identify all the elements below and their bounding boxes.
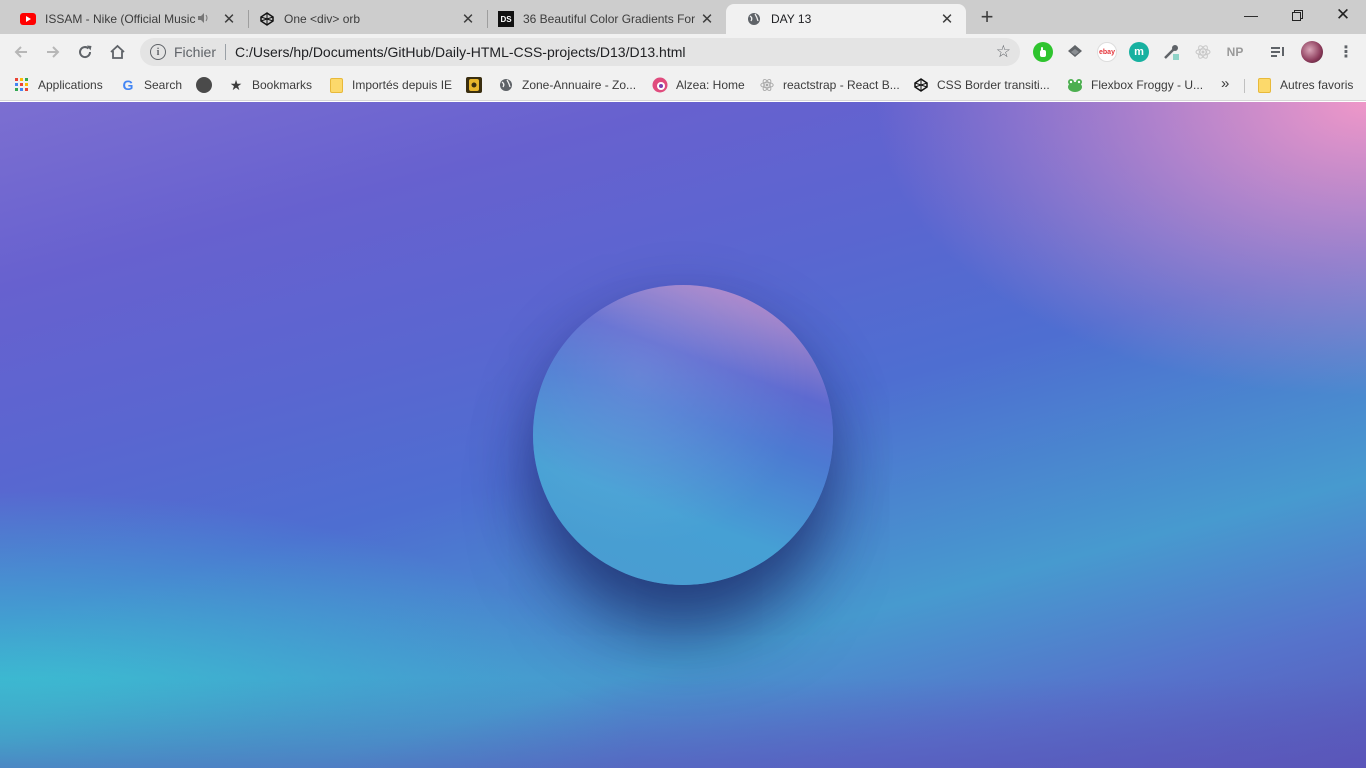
bookmarks-bar: Applications G Search ★ Bookmarks Import… <box>0 70 1366 101</box>
layers-icon[interactable] <box>1065 42 1085 62</box>
more-bookmarks-chevron-icon[interactable]: » <box>1221 75 1229 92</box>
bookmark-css-border[interactable]: CSS Border transiti... <box>913 75 1050 95</box>
info-icon[interactable]: i <box>150 44 166 60</box>
new-tab-button[interactable]: + <box>973 4 1001 30</box>
toolbar: i Fichier C:/Users/hp/Documents/GitHub/D… <box>0 34 1366 70</box>
speaker-icon[interactable] <box>198 12 214 26</box>
youtube-icon <box>20 11 36 27</box>
ds-icon: DS <box>498 11 514 27</box>
bookmark-applications[interactable]: Applications <box>14 75 103 95</box>
close-icon[interactable]: ✕ <box>220 10 238 28</box>
react-icon <box>759 77 775 93</box>
close-icon[interactable]: ✕ <box>938 10 956 28</box>
tab-issam-nike[interactable]: ISSAM - Nike (Official Music ✕ <box>0 4 248 34</box>
bookmark-label: CSS Border transiti... <box>937 78 1050 92</box>
gradient-orb <box>533 285 833 585</box>
bookmark-label: Zone-Annuaire - Zo... <box>522 78 637 92</box>
forward-button[interactable] <box>39 38 67 66</box>
tab-day-13[interactable]: DAY 13 ✕ <box>726 4 966 34</box>
yellow-badge-icon <box>466 77 482 93</box>
np-icon[interactable]: NP <box>1225 42 1245 62</box>
reload-button[interactable] <box>71 38 99 66</box>
back-button[interactable] <box>7 38 35 66</box>
globe-icon <box>746 11 762 27</box>
bookmark-label: reactstrap - React B... <box>783 78 900 92</box>
profile-avatar[interactable] <box>1301 41 1323 63</box>
page-viewport <box>0 102 1366 768</box>
bookmark-search[interactable]: G Search <box>120 75 182 95</box>
codepen-icon <box>913 77 929 93</box>
tab-title: One <div> orb <box>284 12 361 26</box>
bookmark-flexbox-froggy[interactable]: Flexbox Froggy - U... <box>1067 75 1203 95</box>
frog-icon <box>1067 77 1083 93</box>
bookmark-label: Applications <box>38 78 103 92</box>
url-text[interactable]: C:/Users/hp/Documents/GitHub/Daily-HTML-… <box>235 44 685 60</box>
bookmarks-divider <box>1244 79 1245 93</box>
bookmark-reactstrap[interactable]: reactstrap - React B... <box>759 75 900 95</box>
tab-title: 36 Beautiful Color Gradients For Y <box>523 12 698 26</box>
tab-title: ISSAM - Nike (Official Music <box>45 12 196 26</box>
tab-strip: ISSAM - Nike (Official Music ✕ One <div>… <box>0 0 1366 34</box>
close-icon[interactable]: ✕ <box>698 10 716 28</box>
folder-icon <box>1256 77 1272 93</box>
bookmark-alzea[interactable]: Alzea: Home <box>652 75 745 95</box>
bookmark-zone-annuaire[interactable]: Zone-Annuaire - Zo... <box>498 75 636 95</box>
playlist-icon[interactable] <box>1268 42 1288 62</box>
bookmark-yellow-badge[interactable] <box>466 75 490 95</box>
minimize-button[interactable]: — <box>1228 0 1274 30</box>
bookmark-label: Alzea: Home <box>676 78 745 92</box>
restore-button[interactable] <box>1274 0 1320 30</box>
dark-circle-icon <box>196 77 212 93</box>
apps-grid-icon <box>14 77 30 93</box>
bookmark-label: Bookmarks <box>252 78 313 92</box>
bookmark-folder-ie[interactable]: Importés depuis IE <box>328 75 452 95</box>
scheme-label: Fichier <box>174 44 217 60</box>
google-icon: G <box>122 77 134 93</box>
menu-kebab-icon[interactable]: ⋮ <box>1338 42 1354 62</box>
star-icon: ★ <box>229 76 243 93</box>
tab-one-div-orb[interactable]: One <div> orb ✕ <box>239 4 487 34</box>
bookmark-label: Autres favoris <box>1280 78 1354 92</box>
green-hand-icon[interactable] <box>1033 42 1053 62</box>
bookmark-label: Importés depuis IE <box>352 78 453 92</box>
omnibox-divider <box>225 44 227 60</box>
home-button[interactable] <box>103 38 131 66</box>
close-icon[interactable]: ✕ <box>459 10 477 28</box>
bookmark-dark-circle[interactable] <box>196 75 220 95</box>
bookmark-star-icon[interactable]: ☆ <box>996 42 1011 62</box>
folder-icon <box>328 77 344 93</box>
alzea-icon <box>652 77 668 93</box>
close-window-button[interactable]: ✕ <box>1320 0 1366 30</box>
tab-title: DAY 13 <box>771 12 812 26</box>
bookmark-other-favorites[interactable]: Autres favoris <box>1256 75 1353 95</box>
eyedropper-icon[interactable] <box>1161 42 1181 62</box>
bookmark-bookmarks[interactable]: ★ Bookmarks <box>228 75 312 95</box>
codepen-icon <box>259 11 275 27</box>
bookmark-label: Flexbox Froggy - U... <box>1091 78 1204 92</box>
globe-icon <box>498 77 514 93</box>
react-devtools-icon[interactable] <box>1193 42 1213 62</box>
ebay-icon[interactable]: ebay <box>1097 42 1117 62</box>
bookmark-label: Search <box>144 78 183 92</box>
tab-color-gradients[interactable]: DS 36 Beautiful Color Gradients For Y ✕ <box>478 4 726 34</box>
mint-m-icon[interactable]: m <box>1129 42 1149 62</box>
address-bar[interactable]: i Fichier C:/Users/hp/Documents/GitHub/D… <box>140 38 1020 66</box>
